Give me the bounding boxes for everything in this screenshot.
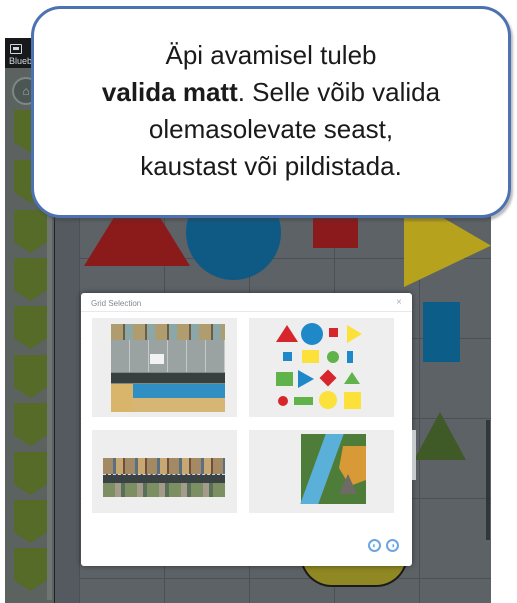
city-shore [111,384,133,412]
thumb-yellow-rect [302,350,319,363]
dialog-divider [81,311,412,312]
thumb-yellow-triangle [347,325,362,343]
instruction-callout [31,6,511,218]
callout-line-2-rest: . Selle võib valida [237,77,441,107]
thumb-yellow-circle [319,391,337,409]
dialog-next-icon[interactable]: ◑ [386,539,399,552]
close-icon[interactable]: × [396,297,402,308]
thumb-blue-square [283,352,292,361]
city-road [111,373,225,383]
callout-line-3: olemasolevate seast, [148,114,394,144]
dialog-prev-icon[interactable]: ◐ [368,539,381,552]
callout-line-1: Äpi avamisel tuleb [165,40,377,70]
home-icon: ⌂ [22,84,30,98]
thumb-red-diamond [319,369,337,387]
callout-bold-text: valida matt [101,77,238,107]
road-houses [103,483,225,497]
app-window-icon [10,44,22,54]
dialog-title: Grid Selection [91,299,142,308]
thumb-green-triangle [344,372,360,384]
blue-rectangle [423,302,460,362]
thumb-blue-circle [301,323,323,345]
thumb-red-dot [278,396,288,406]
thumb-red-triangle [276,325,298,342]
city-beach [133,398,225,412]
thumb-yellow-square [344,392,361,409]
city-blocks [111,340,225,372]
road-buildings [103,458,225,474]
thumb-blue-triangle [298,370,314,388]
app-title: Blueb [9,56,33,66]
shapes-mat-thumbnail [276,323,362,409]
dialog-scrollbar[interactable] [412,430,416,480]
thumb-blue-bar [347,351,353,363]
callout-line-2: valida matt. Selle võib valida [31,77,511,107]
callout-line-4: kaustast või pildistada. [140,151,402,181]
city-house [150,354,164,364]
canvas-scrollbar[interactable] [486,420,490,540]
city-water [133,384,225,398]
city-buildings [111,324,225,340]
thumb-red-square [329,328,338,337]
thumb-green-circle [327,351,339,363]
thumb-green-bar [294,397,313,405]
thumb-green-square [276,372,293,386]
